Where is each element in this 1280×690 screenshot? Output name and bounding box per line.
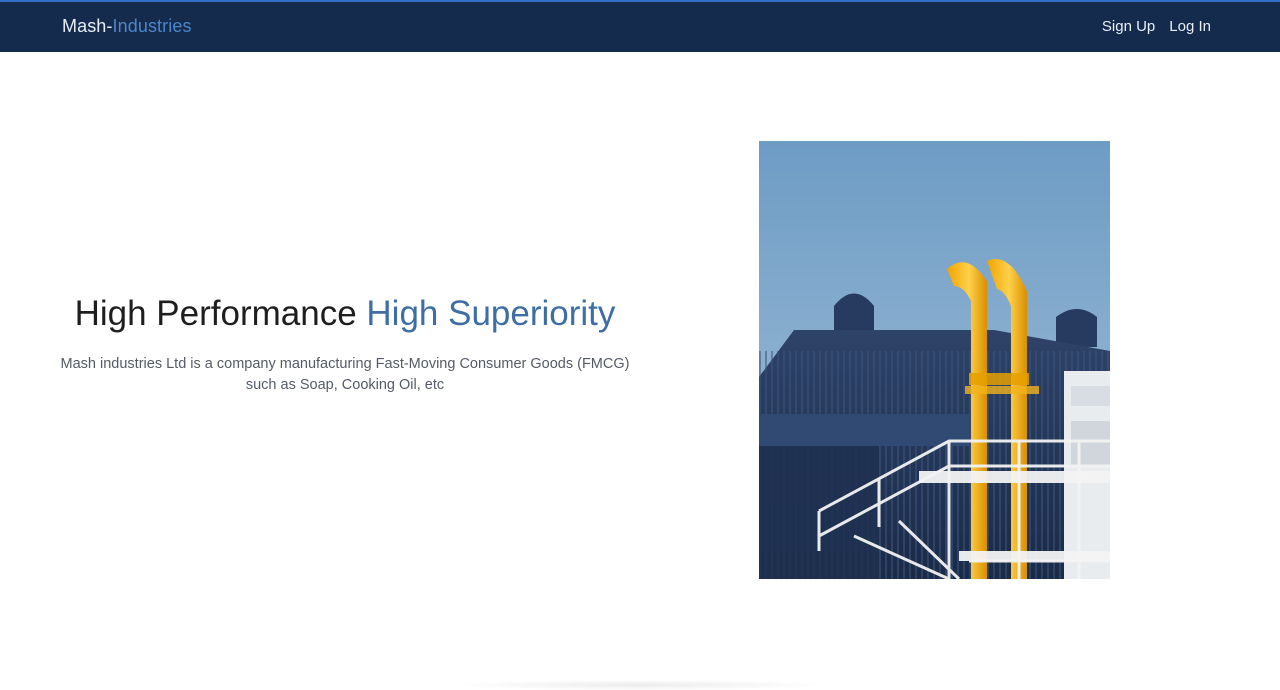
hero-title: High Performance High Superiority xyxy=(40,292,650,336)
nav-links: Sign Up Log In xyxy=(1102,18,1211,35)
top-navbar: Mash-Industries Sign Up Log In xyxy=(0,0,1280,52)
brand-main: Mash- xyxy=(62,16,113,36)
hero-description: Mash industries Ltd is a company manufac… xyxy=(60,356,630,393)
brand-logo[interactable]: Mash-Industries xyxy=(62,16,192,37)
brand-accent: Industries xyxy=(112,16,192,36)
hero-title-accent: High Superiority xyxy=(366,294,616,333)
hero-industrial-image xyxy=(759,141,1110,579)
sign-up-link[interactable]: Sign Up xyxy=(1102,18,1155,35)
bottom-shadow xyxy=(450,680,830,690)
log-in-link[interactable]: Log In xyxy=(1169,18,1211,35)
hero-text: High Performance High Superiority Mash i… xyxy=(40,292,650,396)
hero-title-main: High Performance xyxy=(74,294,367,333)
